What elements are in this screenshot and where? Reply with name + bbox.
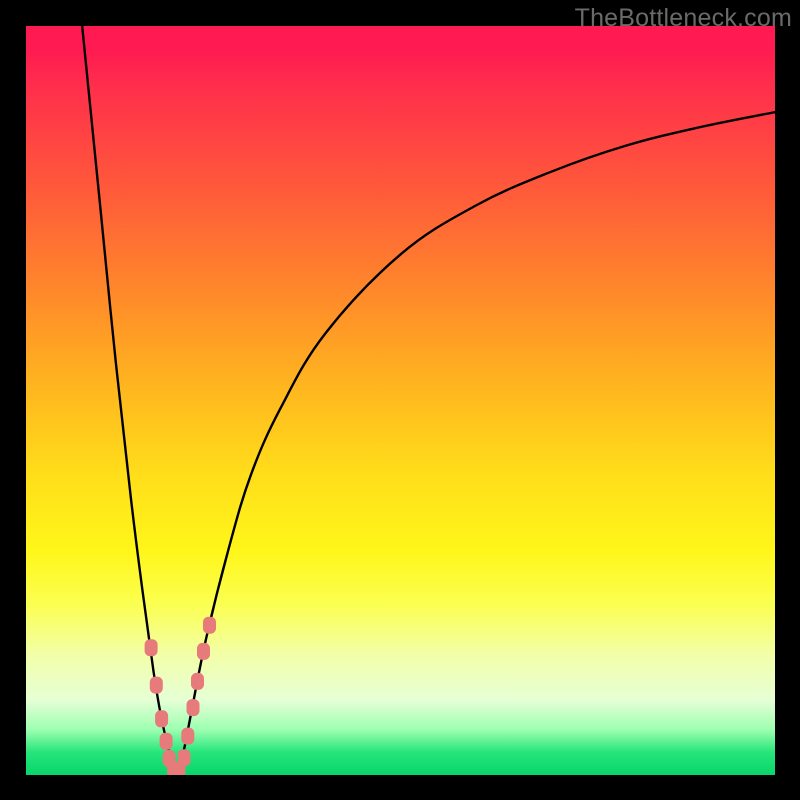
- scatter-layer: [26, 26, 775, 775]
- plot-area: [26, 26, 775, 775]
- data-point: [145, 639, 158, 656]
- highlighted-points: [145, 617, 216, 775]
- watermark-text: TheBottleneck.com: [575, 4, 792, 33]
- data-point: [178, 749, 191, 766]
- data-point: [160, 733, 173, 750]
- data-point: [203, 617, 216, 634]
- data-point: [155, 710, 168, 727]
- data-point: [191, 673, 204, 690]
- data-point: [187, 699, 200, 716]
- data-point: [150, 677, 163, 694]
- outer-frame: TheBottleneck.com: [0, 0, 800, 800]
- data-point: [181, 728, 194, 745]
- data-point: [197, 643, 210, 660]
